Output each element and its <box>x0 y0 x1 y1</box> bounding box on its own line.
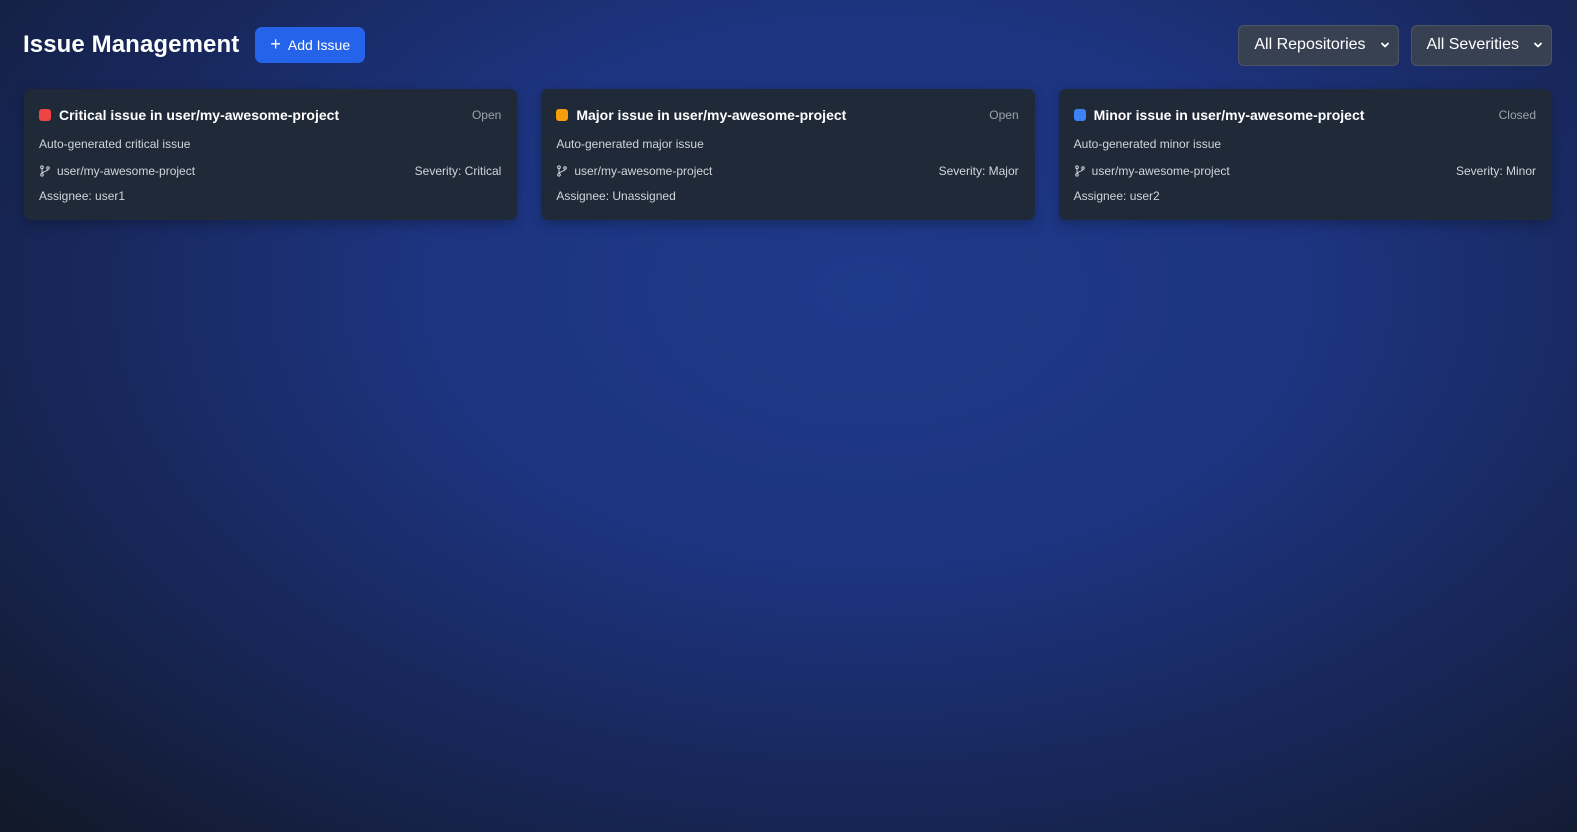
issue-severity: Severity: Minor <box>1455 164 1536 178</box>
card-title-wrap: Critical issue in user/my-awesome-projec… <box>39 107 339 123</box>
issue-description: Auto-generated minor issue <box>1073 137 1222 151</box>
git-branch-icon <box>557 165 568 177</box>
issue-meta: user/my-awesome-project Severity: Critic… <box>39 164 501 178</box>
issue-description: Auto-generated major issue <box>556 137 704 151</box>
issue-repository-name: user/my-awesome-project <box>574 164 713 178</box>
issue-repository: user/my-awesome-project <box>39 164 195 178</box>
issue-description: Auto-generated critical issue <box>39 137 191 151</box>
chevron-down-icon <box>1534 42 1542 48</box>
issue-title: Major issue in user/my-awesome-project <box>576 107 847 123</box>
filters: All Repositories All Severities <box>1238 24 1552 66</box>
issue-card-minor[interactable]: Minor issue in user/my-awesome-project C… <box>1058 89 1552 220</box>
issue-repository: user/my-awesome-project <box>556 164 712 178</box>
issue-status: Closed <box>1498 108 1536 122</box>
issue-card-critical[interactable]: Critical issue in user/my-awesome-projec… <box>24 89 518 220</box>
add-issue-button[interactable]: + Add Issue <box>255 27 366 63</box>
card-title-wrap: Major issue in user/my-awesome-project <box>556 107 846 123</box>
issue-card-major[interactable]: Major issue in user/my-awesome-project O… <box>541 89 1035 220</box>
card-title-wrap: Minor issue in user/my-awesome-project <box>1073 107 1365 123</box>
git-branch-icon <box>40 165 50 177</box>
card-header: Critical issue in user/my-awesome-projec… <box>39 107 501 123</box>
severity-indicator <box>39 109 51 121</box>
issue-status: Open <box>989 108 1019 122</box>
repository-filter-select[interactable]: All Repositories <box>1238 24 1399 66</box>
header-left: Issue Management + Add Issue <box>23 27 366 63</box>
plus-icon: + <box>270 34 281 54</box>
issue-title: Critical issue in user/my-awesome-projec… <box>59 107 340 123</box>
severity-indicator <box>1073 109 1086 121</box>
severity-filter-select[interactable]: All Severities <box>1410 24 1552 66</box>
issue-meta: user/my-awesome-project Severity: Major <box>556 164 1019 178</box>
issue-repository-name: user/my-awesome-project <box>57 164 196 178</box>
issue-assignee: Assignee: user2 <box>1073 189 1160 203</box>
issue-assignee: Assignee: user1 <box>39 189 126 203</box>
issue-assignee: Assignee: Unassigned <box>556 189 676 203</box>
issue-repository-name: user/my-awesome-project <box>1091 164 1230 178</box>
repository-filter-value: All Repositories <box>1254 36 1366 53</box>
issue-status: Open <box>471 108 502 122</box>
issue-severity: Severity: Critical <box>414 164 502 178</box>
severity-filter-value: All Severities <box>1426 36 1519 53</box>
issue-severity: Severity: Major <box>938 164 1019 178</box>
page-title: Issue Management <box>23 31 240 58</box>
issue-repository: user/my-awesome-project <box>1074 164 1230 178</box>
severity-indicator <box>556 109 569 121</box>
card-header: Minor issue in user/my-awesome-project C… <box>1073 107 1536 123</box>
chevron-down-icon <box>1380 42 1389 48</box>
header: Issue Management + Add Issue All Reposit… <box>23 24 1552 66</box>
issue-title: Minor issue in user/my-awesome-project <box>1093 107 1365 123</box>
issue-card-grid: Critical issue in user/my-awesome-projec… <box>24 89 1552 220</box>
add-issue-label: Add Issue <box>287 37 351 53</box>
git-branch-icon <box>1074 165 1085 177</box>
card-header: Major issue in user/my-awesome-project O… <box>556 107 1019 123</box>
issue-meta: user/my-awesome-project Severity: Minor <box>1074 164 1536 178</box>
